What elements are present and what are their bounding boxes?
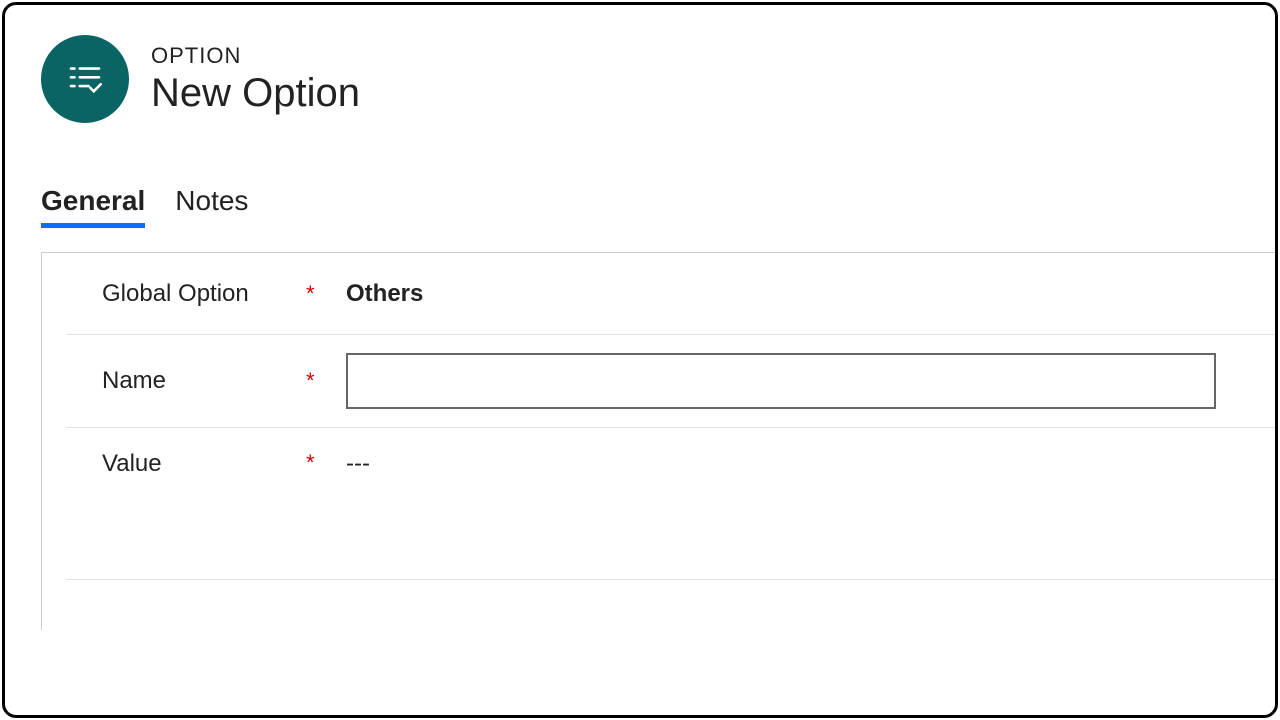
required-marker: * [306, 450, 346, 476]
global-option-value: Others [346, 280, 423, 308]
field-row-value: Value * --- [66, 428, 1275, 580]
list-check-icon [64, 58, 106, 100]
option-entity-icon [41, 35, 129, 123]
page-title: New Option [151, 71, 360, 116]
field-row-global-option: Global Option * Others [66, 253, 1275, 335]
tab-notes[interactable]: Notes [175, 185, 248, 228]
option-form-window: OPTION New Option General Notes Global O… [2, 2, 1278, 718]
header-text: OPTION New Option [151, 43, 360, 116]
form-header: OPTION New Option [5, 5, 1275, 123]
tab-bar: General Notes [5, 123, 1275, 228]
global-option-lookup[interactable]: Others [346, 280, 1275, 308]
name-input[interactable] [346, 353, 1216, 409]
required-marker: * [306, 368, 346, 394]
global-option-label: Global Option [66, 280, 306, 308]
panel-footer-row [66, 580, 1275, 634]
value-label: Value [66, 450, 306, 478]
name-value-cell [346, 353, 1275, 409]
tab-general[interactable]: General [41, 185, 145, 228]
entity-type-label: OPTION [151, 43, 360, 69]
value-display: --- [346, 450, 370, 478]
field-row-name: Name * [66, 335, 1275, 428]
value-field[interactable]: --- [346, 450, 1275, 478]
name-label: Name [66, 367, 306, 395]
general-panel: Global Option * Others Name * Value * --… [41, 252, 1275, 630]
required-marker: * [306, 281, 346, 307]
